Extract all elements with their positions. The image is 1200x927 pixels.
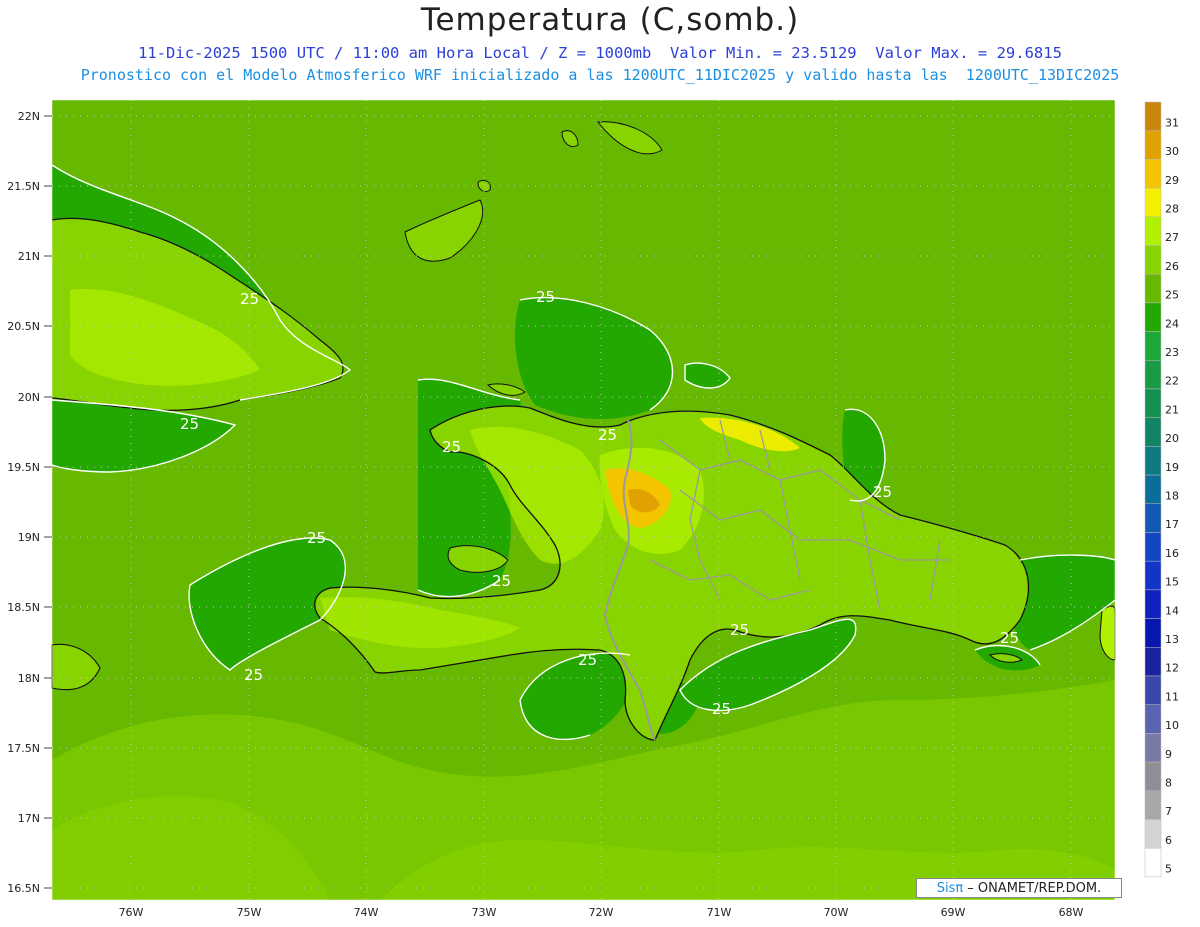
contour-label: 25: [244, 666, 263, 684]
lon-label: 71W: [707, 906, 732, 919]
lat-label: 22N: [18, 110, 40, 123]
contour-label: 25: [307, 529, 326, 547]
colorbar-swatch: [1144, 560, 1162, 591]
colorbar-swatch: [1144, 187, 1162, 218]
contour-label: 25: [578, 651, 597, 669]
colorbar-swatch: [1144, 388, 1162, 418]
contour-label: 25: [442, 438, 461, 456]
colorbar-label: 18: [1165, 489, 1179, 502]
lat-label: 18.5N: [7, 601, 40, 614]
contour-label: 25: [536, 288, 555, 306]
contour-label: 25: [1000, 629, 1019, 647]
colorbar-swatch: [1144, 302, 1162, 332]
colorbar-swatch: [1144, 446, 1162, 476]
colorbar-label: 14: [1165, 604, 1179, 617]
colorbar: 31 30 29 28 27 26 25 24 23 22 21 20 19 18 17 16 15 14 13 12…: [1144, 101, 1179, 878]
colorbar-swatch: [1144, 733, 1162, 763]
lat-label: 19.5N: [7, 461, 40, 474]
colorbar-label: 21: [1165, 403, 1179, 416]
colorbar-swatch: [1144, 704, 1162, 734]
colorbar-swatch: [1144, 675, 1162, 705]
lat-label: 17.5N: [7, 742, 40, 755]
colorbar-label: 17: [1165, 518, 1179, 531]
colorbar-swatch: [1144, 101, 1162, 131]
colorbar-label: 11: [1165, 690, 1179, 703]
colorbar-swatch: [1144, 532, 1162, 562]
colorbar-label: 5: [1165, 863, 1172, 876]
contour-label: 25: [240, 290, 259, 308]
contour-label: 25: [730, 621, 749, 639]
colorbar-swatch: [1144, 273, 1162, 304]
lat-label: 20N: [18, 391, 40, 404]
colorbar-label: 24: [1165, 317, 1179, 330]
colorbar-swatch: [1144, 331, 1162, 361]
colorbar-label: 29: [1165, 174, 1179, 187]
colorbar-label: 25: [1165, 289, 1179, 302]
colorbar-swatch: [1144, 130, 1162, 160]
colorbar-label: 30: [1165, 145, 1179, 158]
colorbar-label: 28: [1165, 202, 1179, 215]
lat-label: 17N: [18, 812, 40, 825]
colorbar-swatch: [1144, 819, 1162, 849]
colorbar-swatch: [1144, 847, 1162, 878]
colorbar-swatch: [1144, 647, 1162, 677]
colorbar-swatch: [1144, 360, 1162, 390]
valid-time-line: 11-Dic-2025 1500 UTC / 11:00 am Hora Loc…: [138, 44, 1062, 62]
lat-label: 21.5N: [7, 180, 40, 193]
lon-label: 68W: [1059, 906, 1084, 919]
colorbar-swatch: [1144, 159, 1162, 189]
credit-box: Sisπ – ONAMET/REP.DOM.: [916, 878, 1122, 898]
colorbar-label: 16: [1165, 547, 1179, 560]
colorbar-label: 7: [1165, 805, 1172, 818]
lon-label: 70W: [824, 906, 849, 919]
colorbar-swatch: [1144, 245, 1162, 275]
lat-label: 21N: [18, 250, 40, 263]
colorbar-swatch: [1144, 417, 1162, 447]
colorbar-label: 26: [1165, 260, 1179, 273]
lon-label: 75W: [237, 906, 262, 919]
credit-brand: Sisπ: [936, 880, 964, 896]
lon-axis: 76W 75W 74W 73W 72W 71W 70W 69W 68W: [119, 906, 1084, 919]
temperature-map: 25 25 25 25 25 25 25 25 25 25 25 25 25 2…: [7, 99, 1179, 919]
lat-label: 19N: [18, 531, 40, 544]
colorbar-label: 10: [1165, 719, 1179, 732]
lat-label: 16.5N: [7, 882, 40, 895]
lat-label: 18N: [18, 672, 40, 685]
colorbar-swatch: [1144, 790, 1162, 820]
contour-label: 25: [180, 415, 199, 433]
lat-label: 20.5N: [7, 320, 40, 333]
colorbar-label: 23: [1165, 346, 1179, 359]
contour-label: 25: [712, 700, 731, 718]
colorbar-swatch: [1144, 618, 1162, 648]
colorbar-label: 19: [1165, 461, 1179, 474]
colorbar-swatch: [1144, 503, 1162, 533]
lon-label: 72W: [589, 906, 614, 919]
contour-label: 25: [598, 426, 617, 444]
contour-label: 25: [492, 572, 511, 590]
colorbar-label: 13: [1165, 633, 1179, 646]
colorbar-swatch: [1144, 474, 1162, 505]
model-info-line: Pronostico con el Modelo Atmosferico WRF…: [80, 66, 1120, 84]
colorbar-label: 15: [1165, 576, 1179, 589]
colorbar-label: 31: [1165, 116, 1179, 129]
colorbar-label: 8: [1165, 776, 1172, 789]
colorbar-label: 27: [1165, 231, 1179, 244]
lon-label: 76W: [119, 906, 144, 919]
lon-label: 69W: [941, 906, 966, 919]
lon-label: 74W: [354, 906, 379, 919]
contour-label: 25: [873, 483, 892, 501]
colorbar-label: 20: [1165, 432, 1179, 445]
lon-label: 73W: [472, 906, 497, 919]
colorbar-swatch: [1144, 216, 1162, 246]
credit-text: – ONAMET/REP.DOM.: [967, 880, 1102, 896]
colorbar-label: 6: [1165, 834, 1172, 847]
colorbar-label: 9: [1165, 748, 1172, 761]
colorbar-swatch: [1144, 589, 1162, 619]
colorbar-label: 22: [1165, 375, 1179, 388]
colorbar-swatch: [1144, 761, 1162, 792]
lat-axis: 22N 21.5N 21N 20.5N 20N 19.5N 19N 18.5N …: [7, 110, 40, 895]
map-title: Temperatura (C,somb.): [420, 2, 800, 38]
colorbar-label: 12: [1165, 662, 1179, 675]
lat-ticks: [44, 115, 52, 889]
